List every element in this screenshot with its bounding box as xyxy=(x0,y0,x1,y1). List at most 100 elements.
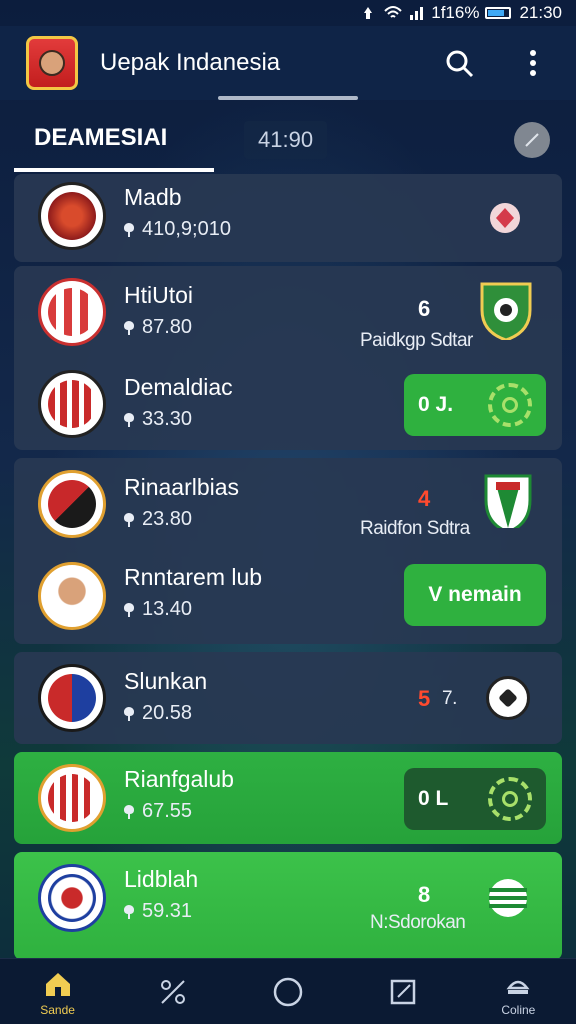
team-badge-icon xyxy=(480,282,532,340)
match-row: Rinaarlbias 23.80 4 Raidfon Sdtra xyxy=(14,458,562,554)
search-icon xyxy=(446,50,474,78)
stat-value: 23.80 xyxy=(142,508,193,530)
stat-value: 59.31 xyxy=(142,900,193,922)
match-row: Rnntarem lub 13.40 V nemain xyxy=(14,552,562,648)
team-crest-icon xyxy=(38,562,106,630)
match-card[interactable]: Slunkan 20.58 5 7. xyxy=(14,652,562,744)
team-crest-icon xyxy=(38,278,106,346)
team-stat: 13.40 xyxy=(124,598,192,621)
match-row: Slunkan 20.58 5 7. xyxy=(14,652,562,748)
notification-icon xyxy=(364,7,373,19)
venue-label: Raidfon Sdtra xyxy=(360,518,470,539)
venue-label: N:Sdorokan xyxy=(370,912,466,933)
striped-ball-icon xyxy=(489,879,527,917)
team-name: Slunkan xyxy=(124,668,208,694)
tab-time[interactable]: 41:90 xyxy=(244,121,328,159)
battery-icon xyxy=(485,7,512,19)
pill-label: V nemain xyxy=(428,583,522,606)
match-score: 6 xyxy=(418,296,431,321)
home-icon xyxy=(41,967,75,1001)
battery-percent: 1f16% xyxy=(431,3,480,22)
team-stat: 67.55 xyxy=(124,800,192,823)
kebab-menu-icon xyxy=(530,50,536,76)
clock: 21:30 xyxy=(519,3,562,22)
match-row: Rianfgalub 67.55 0 L xyxy=(14,752,562,848)
edit-button[interactable] xyxy=(514,122,550,158)
team-name: Rianfgalub xyxy=(124,766,234,792)
circle-icon xyxy=(271,975,305,1009)
team-crest-icon xyxy=(38,370,106,438)
team-crest-icon xyxy=(38,182,106,250)
match-card[interactable]: Madb 410,9;010 xyxy=(14,174,562,262)
stat-value: 33.30 xyxy=(142,408,193,430)
tab-bar: DEAMESIAI 41:90 xyxy=(14,108,562,172)
match-row: HtiUtoi 87.80 6 Paidkgp Sdtar xyxy=(14,266,562,362)
team-badge-icon xyxy=(484,474,532,528)
venue-label: Paidkgp Sdtar xyxy=(360,330,473,351)
app-actions xyxy=(442,46,550,80)
stat-value: 20.58 xyxy=(142,702,193,724)
drag-handle[interactable] xyxy=(218,96,358,100)
match-score: 5 xyxy=(418,686,431,711)
live-ring-icon xyxy=(488,777,532,821)
team-crest-icon xyxy=(38,764,106,832)
match-score-secondary: 7. xyxy=(442,688,457,709)
team-badge-icon xyxy=(490,203,520,233)
nav-profile[interactable]: Coline xyxy=(473,967,563,1017)
pin-icon xyxy=(124,602,134,617)
team-name: Lidblah xyxy=(124,866,199,892)
team-crest-icon xyxy=(38,664,106,732)
team-stat: 59.31 xyxy=(124,900,192,923)
team-stat: 410,9;010 xyxy=(124,218,231,241)
match-card[interactable]: Rianfgalub 67.55 0 L xyxy=(14,752,562,844)
nav-edit[interactable] xyxy=(358,975,448,1009)
team-name: Demaldiac xyxy=(124,374,233,400)
pencil-icon xyxy=(525,133,539,147)
live-score-button[interactable]: 0 L xyxy=(404,768,546,830)
pin-icon xyxy=(124,222,134,237)
pin-icon xyxy=(124,804,134,819)
match-card[interactable]: Lidblah 59.31 8 N:Sdorokan xyxy=(14,852,562,960)
team-name: HtiUtoi xyxy=(124,282,194,308)
team-stat: 23.80 xyxy=(124,508,192,531)
wifi-icon xyxy=(384,6,402,18)
status-icons: 1f16% xyxy=(359,3,512,23)
pin-icon xyxy=(124,904,134,919)
nav-center[interactable] xyxy=(243,975,333,1009)
live-score-button[interactable]: 0 J. xyxy=(404,374,546,436)
live-ring-icon xyxy=(488,383,532,427)
stat-value: 87.80 xyxy=(142,316,193,338)
match-row: Demaldiac 33.30 0 J. xyxy=(14,358,562,454)
football-icon xyxy=(486,676,530,720)
team-crest-icon xyxy=(38,470,106,538)
pin-icon xyxy=(124,706,134,721)
pill-label: 0 L xyxy=(418,787,449,810)
nav-profile-label: Coline xyxy=(501,1002,536,1017)
nav-tactics[interactable] xyxy=(128,975,218,1009)
bottom-nav: Sande Coline xyxy=(0,958,576,1024)
tactics-icon xyxy=(156,975,190,1009)
status-bar: 1f16% 21:30 xyxy=(0,0,576,26)
app-logo[interactable] xyxy=(26,36,78,90)
match-card[interactable]: HtiUtoi 87.80 6 Paidkgp Sdtar Demaldiac … xyxy=(14,266,562,450)
match-card[interactable]: Rinaarlbias 23.80 4 Raidfon Sdtra Rnntar… xyxy=(14,458,562,644)
nav-home[interactable]: Sande xyxy=(13,967,103,1017)
nav-home-label: Sande xyxy=(40,1002,75,1017)
tab-active[interactable]: DEAMESIAI xyxy=(14,108,214,172)
match-row: Madb 410,9;010 xyxy=(14,174,562,262)
search-button[interactable] xyxy=(442,46,476,80)
team-stat: 33.30 xyxy=(124,408,192,431)
team-name: Madb xyxy=(124,184,182,210)
team-name: Rnntarem lub xyxy=(124,564,263,590)
pin-icon xyxy=(124,412,134,427)
edit-square-icon xyxy=(386,975,420,1009)
match-score: 8 xyxy=(418,882,431,907)
pin-icon xyxy=(124,320,134,335)
match-row: Lidblah 59.31 8 N:Sdorokan xyxy=(14,852,562,948)
app-bar: Uepak Indanesia xyxy=(0,26,576,100)
stat-value: 67.55 xyxy=(142,800,193,822)
app-title: Uepak Indanesia xyxy=(100,49,281,76)
signal-icon xyxy=(410,7,424,20)
remain-button[interactable]: V nemain xyxy=(404,564,546,626)
more-options-button[interactable] xyxy=(516,46,550,80)
